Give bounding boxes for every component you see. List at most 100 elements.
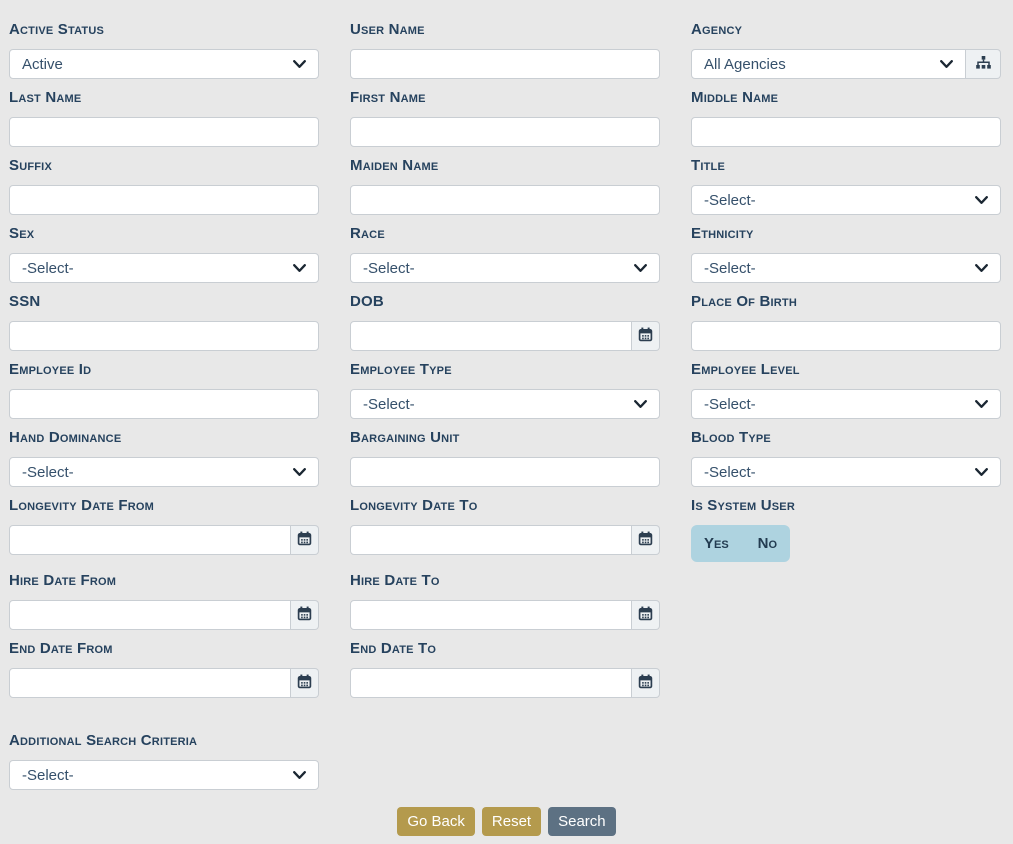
field-hire-date-to: Hire Date To [350,573,660,630]
hire-date-from-input[interactable] [9,600,291,630]
org-chart-icon [975,55,992,74]
race-label: Race [350,226,660,242]
title-select[interactable]: -Select- [691,185,1001,215]
place-of-birth-label: Place Of Birth [691,294,1001,310]
hand-dominance-select[interactable]: -Select- [9,457,319,487]
user-name-input[interactable] [350,49,660,79]
additional-search-criteria-value: -Select- [22,767,74,784]
bargaining-unit-input[interactable] [350,457,660,487]
hand-dominance-value: -Select- [22,464,74,481]
suffix-input[interactable] [9,185,319,215]
ssn-label: SSN [9,294,319,310]
chevron-down-icon [293,264,306,273]
dob-calendar-button[interactable] [632,321,660,351]
active-status-select[interactable]: Active [9,49,319,79]
is-system-user-no-button[interactable]: No [758,535,777,552]
field-ssn: SSN [9,294,319,351]
employee-level-select[interactable]: -Select- [691,389,1001,419]
employee-id-input[interactable] [9,389,319,419]
chevron-down-icon [975,264,988,273]
calendar-icon [638,327,653,345]
hire-date-to-calendar-button[interactable] [632,600,660,630]
ssn-input[interactable] [9,321,319,351]
dob-input[interactable] [350,321,632,351]
race-value: -Select- [363,260,415,277]
field-employee-level: Employee Level -Select- [691,362,1001,419]
chevron-down-icon [293,771,306,780]
blood-type-select[interactable]: -Select- [691,457,1001,487]
first-name-input[interactable] [350,117,660,147]
chevron-down-icon [940,60,953,69]
ethnicity-select[interactable]: -Select- [691,253,1001,283]
race-select[interactable]: -Select- [350,253,660,283]
calendar-icon [638,531,653,549]
title-label: Title [691,158,1001,174]
longevity-date-from-calendar-button[interactable] [291,525,319,555]
chevron-down-icon [293,60,306,69]
field-longevity-date-from: Longevity Date From [9,498,319,562]
calendar-icon [638,674,653,692]
additional-search-criteria-select[interactable]: -Select- [9,760,319,790]
end-date-from-label: End Date From [9,641,319,657]
employee-level-label: Employee Level [691,362,1001,378]
field-ethnicity: Ethnicity -Select- [691,226,1001,283]
active-status-value: Active [22,56,63,73]
calendar-icon [297,674,312,692]
blood-type-label: Blood Type [691,430,1001,446]
field-last-name: Last Name [9,90,319,147]
field-maiden-name: Maiden Name [350,158,660,215]
middle-name-input[interactable] [691,117,1001,147]
agency-label: Agency [691,22,1001,38]
go-back-button[interactable]: Go Back [397,807,475,836]
field-hire-date-from: Hire Date From [9,573,319,630]
form-actions: Go Back Reset Search [0,807,1013,836]
longevity-date-to-input[interactable] [350,525,632,555]
employee-type-label: Employee Type [350,362,660,378]
suffix-label: Suffix [9,158,319,174]
employee-level-value: -Select- [704,396,756,413]
blood-type-value: -Select- [704,464,756,481]
field-dob: DOB [350,294,660,351]
last-name-input[interactable] [9,117,319,147]
field-hand-dominance: Hand Dominance -Select- [9,430,319,487]
search-form: Active Status Active User Name Agency Al… [0,0,1013,698]
longevity-date-to-calendar-button[interactable] [632,525,660,555]
end-date-from-input[interactable] [9,668,291,698]
agency-hierarchy-button[interactable] [966,49,1001,79]
longevity-date-from-input[interactable] [9,525,291,555]
hire-date-to-input[interactable] [350,600,632,630]
sex-select[interactable]: -Select- [9,253,319,283]
maiden-name-input[interactable] [350,185,660,215]
field-race: Race -Select- [350,226,660,283]
field-place-of-birth: Place Of Birth [691,294,1001,351]
field-active-status: Active Status Active [9,22,319,79]
maiden-name-label: Maiden Name [350,158,660,174]
end-date-to-calendar-button[interactable] [632,668,660,698]
end-date-to-input[interactable] [350,668,632,698]
employee-id-label: Employee Id [9,362,319,378]
end-date-from-calendar-button[interactable] [291,668,319,698]
place-of-birth-input[interactable] [691,321,1001,351]
hire-date-from-calendar-button[interactable] [291,600,319,630]
employee-type-select[interactable]: -Select- [350,389,660,419]
title-value: -Select- [704,192,756,209]
field-employee-type: Employee Type -Select- [350,362,660,419]
chevron-down-icon [634,400,647,409]
field-employee-id: Employee Id [9,362,319,419]
sex-value: -Select- [22,260,74,277]
field-user-name: User Name [350,22,660,79]
field-bargaining-unit: Bargaining Unit [350,430,660,487]
ethnicity-label: Ethnicity [691,226,1001,242]
is-system-user-yes-button[interactable]: Yes [704,535,729,552]
sex-label: Sex [9,226,319,242]
field-agency: Agency All Agencies [691,22,1001,79]
is-system-user-toggle: Yes No [691,525,790,562]
agency-select[interactable]: All Agencies [691,49,966,79]
chevron-down-icon [293,468,306,477]
reset-button[interactable]: Reset [482,807,541,836]
field-title: Title -Select- [691,158,1001,215]
chevron-down-icon [975,196,988,205]
chevron-down-icon [975,468,988,477]
search-button[interactable]: Search [548,807,616,836]
field-longevity-date-to: Longevity Date To [350,498,660,562]
